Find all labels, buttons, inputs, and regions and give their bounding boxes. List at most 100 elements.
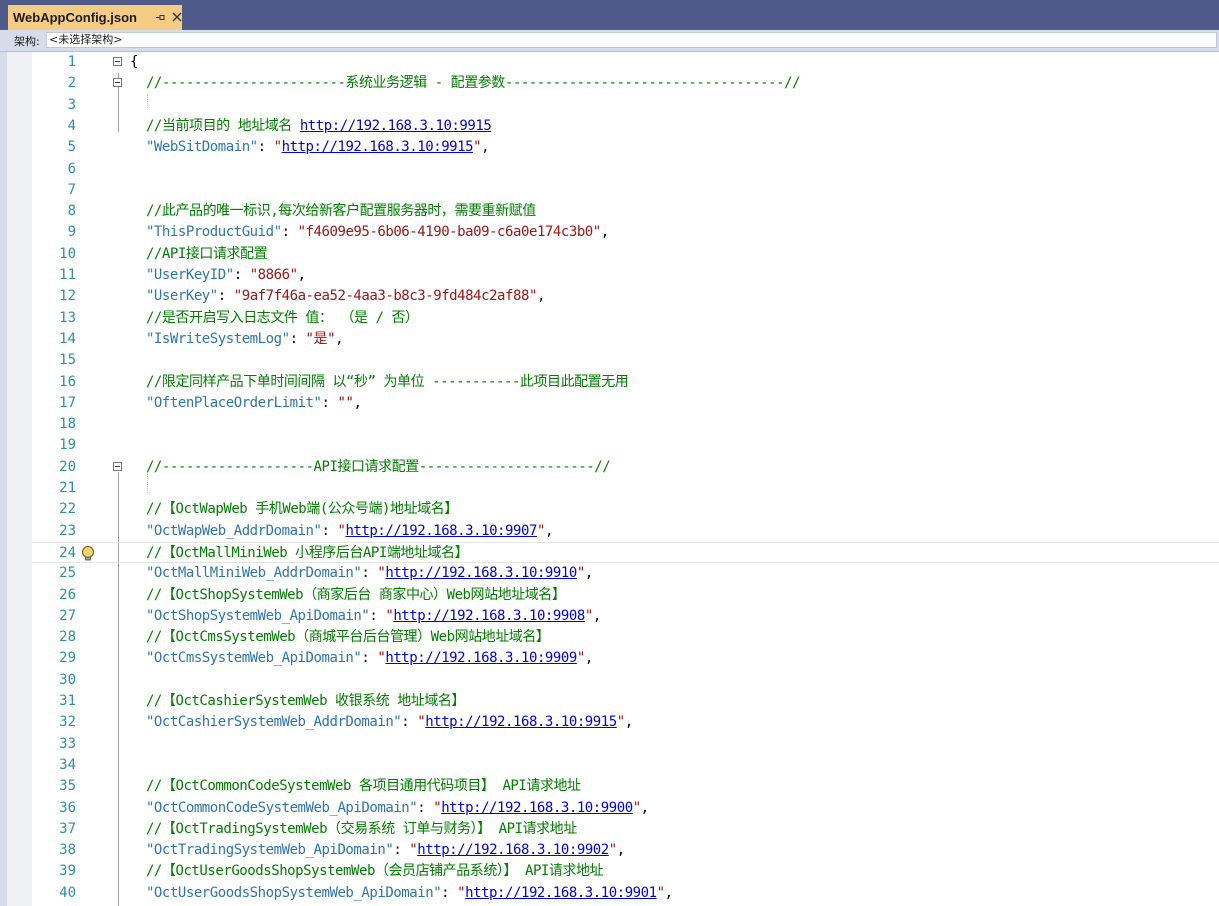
url-link[interactable]: http://192.168.3.10:9900 [441, 800, 633, 816]
code-line[interactable]: 13 //是否开启写入日志文件 值： （是 / 否） [32, 308, 1219, 329]
code-line[interactable]: 21 [32, 478, 1219, 499]
json-key: "IsWriteSystemLog" [130, 330, 290, 347]
code-line[interactable]: 24 //【OctMallMiniWeb 小程序后台API端地址域名】 [32, 541, 1219, 564]
punctuation: : [321, 394, 338, 411]
json-key: "OctCashierSystemWeb_AddrDomain" [130, 714, 402, 731]
url-link[interactable]: http://192.168.3.10:9915 [425, 714, 617, 730]
json-key: "UserKey" [130, 288, 218, 305]
code-line[interactable]: 18 [32, 414, 1219, 435]
close-icon[interactable] [171, 11, 183, 23]
code-line[interactable]: 26 //【OctShopSystemWeb（商家后台 商家中心）Web网站地址… [32, 585, 1219, 606]
comment-text: //【OctUserGoodsShopSystemWeb（会员店铺产品系统）】 … [130, 863, 604, 880]
code-line[interactable]: 28 //【OctCmsSystemWeb（商城平台后台管理）Web网站地址域名… [32, 627, 1219, 648]
line-number: 2 [67, 75, 76, 92]
line-number: 3 [67, 96, 76, 113]
comment-text: //限定同样产品下单时间间隔 以“秒” 为单位 -----------此项目此配… [130, 373, 629, 390]
code-line[interactable]: 38 "OctTradingSystemWeb_ApiDomain": "htt… [32, 840, 1219, 861]
line-number: 40 [59, 884, 76, 901]
json-key: "OctCommonCodeSystemWeb_ApiDomain" [130, 799, 418, 816]
comment-text: //【OctCmsSystemWeb（商城平台后台管理）Web网站地址域名】 [130, 629, 550, 646]
url-link[interactable]: http://192.168.3.10:9907 [345, 523, 537, 539]
url-link[interactable]: http://192.168.3.10:9902 [417, 842, 609, 858]
punctuation: , [481, 139, 490, 156]
code-line[interactable]: 22 //【OctWapWeb 手机Web端(公众号端)地址域名】 [32, 499, 1219, 520]
code-line[interactable]: 7 [32, 180, 1219, 201]
comment-text: //【OctShopSystemWeb（商家后台 商家中心）Web网站地址域名】 [130, 586, 566, 603]
code-line[interactable]: 31 //【OctCashierSystemWeb 收银系统 地址域名】 [32, 691, 1219, 712]
code-line[interactable]: 32 "OctCashierSystemWeb_AddrDomain": "ht… [32, 712, 1219, 733]
code-text: "OctCmsSystemWeb_ApiDomain": "http://192… [130, 648, 593, 669]
tab-webappconfig-json[interactable]: WebAppConfig.json [8, 5, 182, 30]
code-text: "UserKey": "9af7f46a-ea52-4aa3-b8c3-9fd4… [130, 286, 545, 307]
url-link[interactable]: http://192.168.3.10:9915 [300, 118, 492, 134]
line-number: 12 [59, 288, 76, 305]
code-text: //【OctShopSystemWeb（商家后台 商家中心）Web网站地址域名】 [130, 585, 566, 606]
code-line[interactable]: 23 "OctWapWeb_AddrDomain": "http://192.1… [32, 521, 1219, 542]
code-line[interactable]: 40 "OctUserGoodsShopSystemWeb_ApiDomain"… [32, 883, 1219, 904]
code-line[interactable]: 14 "IsWriteSystemLog": "是", [32, 329, 1219, 350]
json-key: "OctWapWeb_AddrDomain" [130, 522, 322, 539]
line-number: 26 [59, 586, 76, 603]
url-link[interactable]: http://192.168.3.10:9909 [385, 650, 577, 666]
code-line[interactable]: 9 "ThisProductGuid": "f4609e95-6b06-4190… [32, 222, 1219, 243]
code-line[interactable]: 16 //限定同样产品下单时间间隔 以“秒” 为单位 -----------此项… [32, 372, 1219, 393]
code-text: //-----------------------系统业务逻辑 - 配置参数--… [130, 73, 801, 94]
comment-text: //【OctCashierSystemWeb 收银系统 地址域名】 [130, 693, 465, 709]
punctuation: , [640, 799, 649, 816]
url-link[interactable]: http://192.168.3.10:9908 [393, 608, 585, 624]
code-text: //API接口请求配置 [130, 244, 268, 265]
collapse-icon[interactable] [113, 461, 122, 471]
code-text: //【OctWapWeb 手机Web端(公众号端)地址域名】 [130, 499, 458, 520]
code-line[interactable]: 5 "WebSitDomain": "http://192.168.3.10:9… [32, 137, 1219, 158]
collapse-icon[interactable] [113, 57, 122, 66]
code-line[interactable]: 37 //【OctTradingSystemWeb（交易系统 订单与财务）】 A… [32, 819, 1219, 840]
line-number: 34 [59, 756, 76, 773]
punctuation: , [297, 267, 306, 283]
code-line[interactable]: 20 //-------------------API接口请求配置-------… [32, 457, 1219, 478]
code-line[interactable]: 11 "UserKeyID": "8866", [32, 265, 1219, 286]
url-link[interactable]: http://192.168.3.10:9915 [282, 139, 474, 155]
code-text: "IsWriteSystemLog": "是", [130, 329, 344, 350]
code-line[interactable]: 39 //【OctUserGoodsShopSystemWeb（会员店铺产品系统… [32, 861, 1219, 882]
json-key: "OftenPlaceOrderLimit" [130, 394, 322, 411]
code-editor[interactable]: 1{2 //-----------------------系统业务逻辑 - 配置… [32, 52, 1219, 906]
code-line[interactable]: 29 "OctCmsSystemWeb_ApiDomain": "http://… [32, 648, 1219, 669]
code-line[interactable]: 3 [32, 95, 1219, 116]
code-line[interactable]: 17 "OftenPlaceOrderLimit": "", [32, 393, 1219, 414]
line-number: 5 [67, 139, 76, 156]
architecture-dropdown[interactable]: <未选择架构> [46, 32, 1217, 48]
comment-text: //当前项目的 地址域名 [130, 117, 300, 134]
code-line[interactable]: 19 [32, 435, 1219, 456]
url-link[interactable]: http://192.168.3.10:9910 [385, 565, 577, 581]
code-line[interactable]: 8 //此产品的唯一标识,每次给新客户配置服务器时，需要重新赋值 [32, 201, 1219, 222]
url-link[interactable]: http://192.168.3.10:9901 [465, 885, 657, 901]
code-line[interactable]: 36 "OctCommonCodeSystemWeb_ApiDomain": "… [32, 798, 1219, 819]
line-number: 15 [59, 352, 76, 369]
code-line[interactable]: 10 //API接口请求配置 [32, 244, 1219, 265]
code-line[interactable]: 12 "UserKey": "9af7f46a-ea52-4aa3-b8c3-9… [32, 286, 1219, 307]
code-line[interactable]: 35 //【OctCommonCodeSystemWeb 各项目通用代码项目】 … [32, 776, 1219, 797]
json-string: " [576, 650, 585, 667]
code-line[interactable]: 25 "OctMallMiniWeb_AddrDomain": "http://… [32, 563, 1219, 584]
code-text: //限定同样产品下单时间间隔 以“秒” 为单位 -----------此项目此配… [130, 372, 629, 393]
lightbulb-icon[interactable] [80, 545, 96, 562]
code-line[interactable]: 6 [32, 159, 1219, 180]
code-line[interactable]: 33 [32, 734, 1219, 755]
document-tab-bar: WebAppConfig.json [0, 0, 1219, 30]
collapse-icon[interactable] [113, 78, 122, 88]
pin-icon[interactable] [154, 11, 166, 23]
punctuation: : [361, 565, 378, 582]
json-string: " [656, 884, 665, 901]
code-text: //【OctMallMiniWeb 小程序后台API端地址域名】 [130, 543, 469, 564]
code-line[interactable]: 15 [32, 350, 1219, 371]
code-line[interactable]: 30 [32, 670, 1219, 691]
tab-title: WebAppConfig.json [13, 10, 137, 25]
code-line[interactable]: 4 //当前项目的 地址域名 http://192.168.3.10:9915 [32, 116, 1219, 137]
code-line[interactable]: 2 //-----------------------系统业务逻辑 - 配置参数… [32, 73, 1219, 94]
code-line[interactable]: 34 [32, 755, 1219, 776]
line-number: 22 [59, 501, 76, 518]
code-line[interactable]: 1{ [32, 52, 1219, 73]
json-string: "9af7f46a-ea52-4aa3-b8c3-9fd484c2af88" [233, 288, 538, 305]
json-key: "ThisProductGuid" [130, 224, 282, 241]
code-line[interactable]: 27 "OctShopSystemWeb_ApiDomain": "http:/… [32, 606, 1219, 627]
